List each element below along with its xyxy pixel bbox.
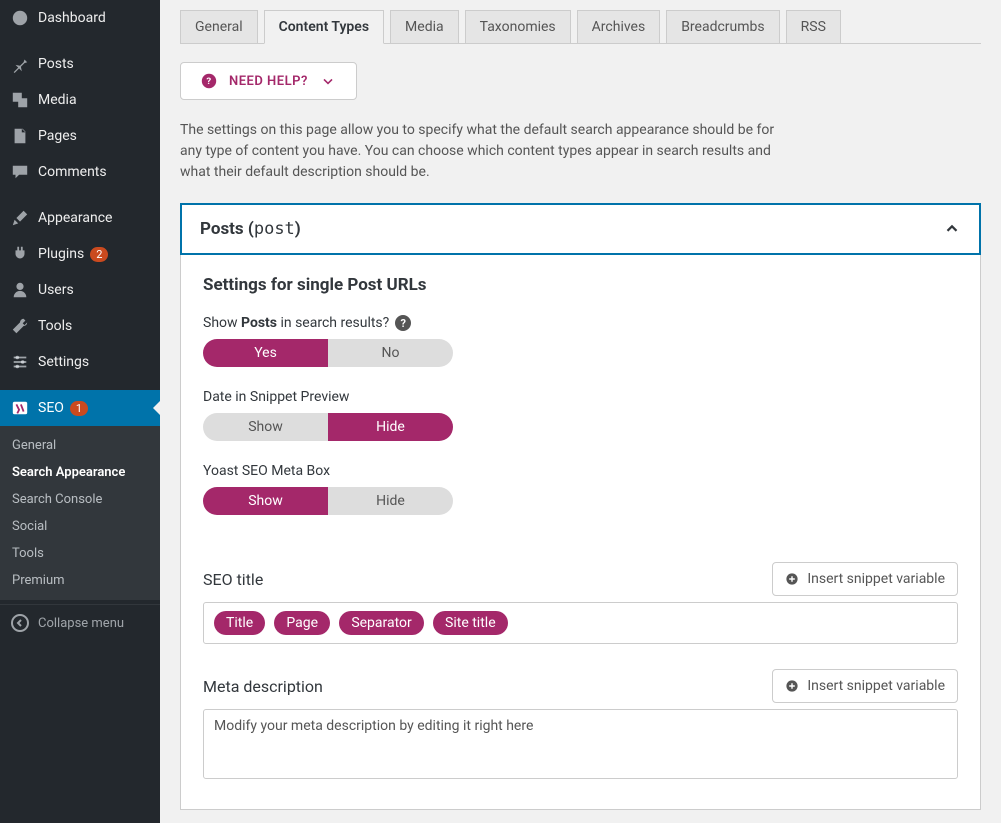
variable-pill[interactable]: Site title bbox=[433, 611, 508, 635]
yoast-icon bbox=[10, 398, 30, 418]
toggle-show[interactable]: Show bbox=[203, 487, 328, 515]
sidebar-item-settings[interactable]: Settings bbox=[0, 344, 160, 380]
toggle-no[interactable]: No bbox=[328, 339, 453, 367]
chevron-up-icon bbox=[943, 220, 961, 238]
meta-desc-input[interactable]: Modify your meta description by editing … bbox=[203, 709, 958, 779]
wrench-icon bbox=[10, 316, 30, 336]
snippet-date-toggle: Show Hide bbox=[203, 413, 453, 441]
submenu-premium[interactable]: Premium bbox=[0, 567, 160, 594]
plus-circle-icon bbox=[785, 572, 799, 586]
show-in-results-toggle: Yes No bbox=[203, 339, 453, 367]
toggle-show[interactable]: Show bbox=[203, 413, 328, 441]
collapse-icon bbox=[10, 613, 30, 633]
plus-circle-icon bbox=[785, 679, 799, 693]
pin-icon bbox=[10, 54, 30, 74]
sidebar-label: Tools bbox=[38, 318, 72, 334]
tab-content-types[interactable]: Content Types bbox=[264, 10, 384, 44]
plugins-badge: 2 bbox=[90, 247, 108, 262]
sidebar-label: Users bbox=[38, 282, 74, 298]
show-in-results-label: Show Posts in search results? ? bbox=[203, 315, 958, 331]
user-icon bbox=[10, 280, 30, 300]
help-icon[interactable]: ? bbox=[395, 315, 411, 331]
snippet-date-label: Date in Snippet Preview bbox=[203, 389, 958, 405]
sidebar-item-pages[interactable]: Pages bbox=[0, 118, 160, 154]
sidebar-label: Pages bbox=[38, 128, 77, 144]
sidebar-item-comments[interactable]: Comments bbox=[0, 154, 160, 190]
page-icon bbox=[10, 126, 30, 146]
collapse-label: Collapse menu bbox=[38, 616, 124, 631]
sidebar-item-posts[interactable]: Posts bbox=[0, 46, 160, 82]
insert-snippet-button[interactable]: Insert snippet variable bbox=[772, 562, 958, 596]
tab-media[interactable]: Media bbox=[390, 10, 459, 43]
admin-sidebar: Dashboard Posts Media Pages Comments App… bbox=[0, 0, 160, 823]
settings-tabs: General Content Types Media Taxonomies A… bbox=[180, 10, 981, 44]
variable-pill[interactable]: Page bbox=[274, 611, 330, 635]
sidebar-label: Dashboard bbox=[38, 10, 106, 26]
sidebar-label: Plugins bbox=[38, 246, 84, 262]
help-icon: ? bbox=[201, 73, 217, 89]
comment-icon bbox=[10, 162, 30, 182]
posts-panel-header[interactable]: Posts (post) bbox=[180, 203, 981, 255]
submenu-general[interactable]: General bbox=[0, 432, 160, 459]
insert-label: Insert snippet variable bbox=[807, 571, 945, 587]
brush-icon bbox=[10, 208, 30, 228]
section-title: Settings for single Post URLs bbox=[203, 275, 958, 295]
toggle-yes[interactable]: Yes bbox=[203, 339, 328, 367]
chevron-down-icon bbox=[320, 73, 336, 89]
sidebar-label: Comments bbox=[38, 164, 107, 180]
variable-pill[interactable]: Title bbox=[214, 611, 265, 635]
sidebar-item-appearance[interactable]: Appearance bbox=[0, 200, 160, 236]
sidebar-item-seo[interactable]: SEO 1 bbox=[0, 390, 160, 426]
panel-title: Posts (post) bbox=[200, 219, 301, 239]
seo-badge: 1 bbox=[70, 401, 88, 416]
help-label: NEED HELP? bbox=[229, 74, 308, 89]
tab-taxonomies[interactable]: Taxonomies bbox=[465, 10, 571, 43]
submenu-tools[interactable]: Tools bbox=[0, 540, 160, 567]
sidebar-item-dashboard[interactable]: Dashboard bbox=[0, 0, 160, 36]
sidebar-label: Media bbox=[38, 92, 77, 108]
sidebar-label: Settings bbox=[38, 354, 89, 370]
variable-pill[interactable]: Separator bbox=[339, 611, 423, 635]
sidebar-item-media[interactable]: Media bbox=[0, 82, 160, 118]
sidebar-item-users[interactable]: Users bbox=[0, 272, 160, 308]
plug-icon bbox=[10, 244, 30, 264]
meta-desc-label: Meta description bbox=[203, 677, 323, 696]
meta-box-toggle: Show Hide bbox=[203, 487, 453, 515]
main-content: General Content Types Media Taxonomies A… bbox=[160, 0, 1001, 823]
collapse-menu-button[interactable]: Collapse menu bbox=[0, 604, 160, 641]
seo-title-label: SEO title bbox=[203, 570, 263, 589]
dashboard-icon bbox=[10, 8, 30, 28]
toggle-hide[interactable]: Hide bbox=[328, 413, 453, 441]
submenu-social[interactable]: Social bbox=[0, 513, 160, 540]
submenu-search-appearance[interactable]: Search Appearance bbox=[0, 459, 160, 486]
tab-rss[interactable]: RSS bbox=[786, 10, 841, 43]
seo-title-input[interactable]: Title Page Separator Site title bbox=[203, 602, 958, 644]
sliders-icon bbox=[10, 352, 30, 372]
need-help-button[interactable]: ? NEED HELP? bbox=[180, 62, 357, 100]
sidebar-label: Posts bbox=[38, 56, 74, 72]
toggle-hide[interactable]: Hide bbox=[328, 487, 453, 515]
seo-submenu: General Search Appearance Search Console… bbox=[0, 426, 160, 600]
tab-general[interactable]: General bbox=[180, 10, 258, 43]
sidebar-label: Appearance bbox=[38, 210, 112, 226]
sidebar-item-plugins[interactable]: Plugins 2 bbox=[0, 236, 160, 272]
submenu-search-console[interactable]: Search Console bbox=[0, 486, 160, 513]
svg-text:?: ? bbox=[206, 76, 211, 87]
meta-box-label: Yoast SEO Meta Box bbox=[203, 463, 958, 479]
tab-archives[interactable]: Archives bbox=[577, 10, 661, 43]
posts-settings-body: Settings for single Post URLs Show Posts… bbox=[180, 255, 981, 810]
sidebar-item-tools[interactable]: Tools bbox=[0, 308, 160, 344]
media-icon bbox=[10, 90, 30, 110]
tab-breadcrumbs[interactable]: Breadcrumbs bbox=[666, 10, 779, 43]
sidebar-label: SEO bbox=[38, 400, 64, 416]
meta-desc-placeholder: Modify your meta description by editing … bbox=[214, 718, 533, 734]
insert-snippet-button[interactable]: Insert snippet variable bbox=[772, 669, 958, 703]
insert-label: Insert snippet variable bbox=[807, 678, 945, 694]
intro-text: The settings on this page allow you to s… bbox=[180, 120, 780, 183]
